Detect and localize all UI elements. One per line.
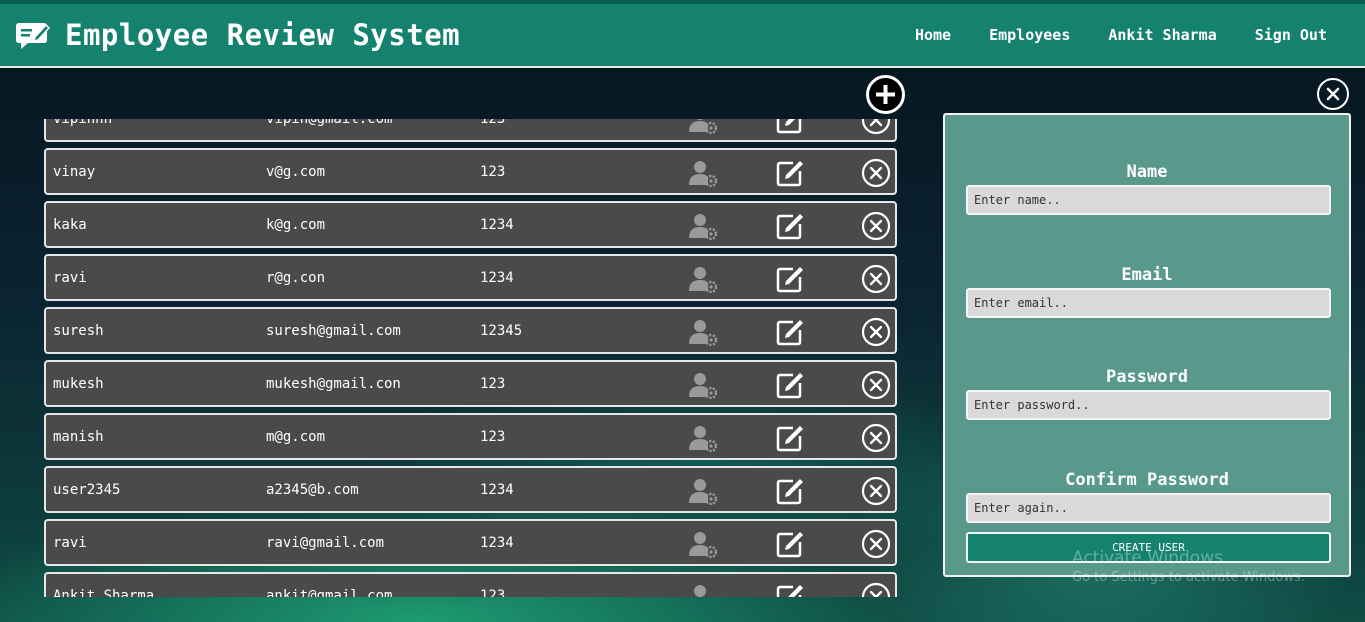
close-form-button[interactable] bbox=[1317, 78, 1349, 110]
employee-email: a2345@b.com bbox=[266, 482, 359, 498]
employee-email: k@g.com bbox=[266, 217, 326, 233]
edit-icon[interactable] bbox=[774, 369, 806, 401]
employee-name: manish bbox=[53, 429, 104, 445]
employee-email: ankit@gmail.com bbox=[266, 588, 393, 597]
email-input[interactable] bbox=[966, 288, 1331, 318]
plus-icon bbox=[876, 85, 895, 104]
review-icon bbox=[16, 23, 50, 49]
user-settings-icon[interactable] bbox=[689, 477, 717, 505]
main-nav: Home Employees Ankit Sharma Sign Out bbox=[915, 26, 1327, 44]
user-settings-icon[interactable] bbox=[689, 318, 717, 346]
employee-password: 1234 bbox=[480, 270, 514, 286]
employee-email: suresh@gmail.com bbox=[266, 323, 401, 339]
employee-name: suresh bbox=[53, 323, 104, 339]
delete-icon[interactable] bbox=[861, 529, 891, 559]
employee-password: 123 bbox=[480, 429, 506, 445]
employee-row: ravi r@g.con 1234 bbox=[44, 254, 897, 301]
employee-email: r@g.con bbox=[266, 270, 326, 286]
edit-icon[interactable] bbox=[774, 316, 806, 348]
employee-email: ravi@gmail.com bbox=[266, 535, 385, 551]
nav-home[interactable]: Home bbox=[915, 26, 951, 44]
delete-icon[interactable] bbox=[861, 317, 891, 347]
add-employee-button[interactable] bbox=[866, 75, 905, 114]
employee-name: mukesh bbox=[53, 376, 104, 392]
employee-row: vipinnn vipin@gmail.com 123 bbox=[44, 119, 897, 142]
employee-password: 1234 bbox=[480, 217, 514, 233]
password-label: Password bbox=[1106, 367, 1188, 387]
employee-name: ravi bbox=[53, 270, 87, 286]
delete-icon[interactable] bbox=[861, 582, 891, 597]
user-settings-icon[interactable] bbox=[689, 424, 717, 452]
edit-icon[interactable] bbox=[774, 475, 806, 507]
close-icon bbox=[1326, 87, 1340, 101]
edit-icon[interactable] bbox=[774, 581, 806, 597]
user-settings-icon[interactable] bbox=[689, 119, 717, 134]
employee-row: suresh suresh@gmail.com 12345 bbox=[44, 307, 897, 354]
edit-icon[interactable] bbox=[774, 157, 806, 189]
user-settings-icon[interactable] bbox=[689, 265, 717, 293]
edit-icon[interactable] bbox=[774, 210, 806, 242]
user-settings-icon[interactable] bbox=[689, 583, 717, 597]
nav-profile[interactable]: Ankit Sharma bbox=[1108, 26, 1216, 44]
employee-name: kaka bbox=[53, 217, 87, 233]
name-input[interactable] bbox=[966, 185, 1331, 215]
employee-password: 123 bbox=[480, 119, 506, 127]
name-label: Name bbox=[1126, 162, 1168, 182]
delete-icon[interactable] bbox=[861, 370, 891, 400]
employee-password: 12345 bbox=[480, 323, 523, 339]
confirm-password-input[interactable] bbox=[966, 493, 1331, 523]
user-settings-icon[interactable] bbox=[689, 212, 717, 240]
employee-row: user2345 a2345@b.com 1234 bbox=[44, 466, 897, 513]
employee-row: ravi ravi@gmail.com 1234 bbox=[44, 519, 897, 566]
employee-password: 1234 bbox=[480, 482, 514, 498]
employee-password: 123 bbox=[480, 588, 506, 597]
delete-icon[interactable] bbox=[861, 211, 891, 241]
employee-email: m@g.com bbox=[266, 429, 326, 445]
delete-icon[interactable] bbox=[861, 476, 891, 506]
employee-password: 1234 bbox=[480, 535, 514, 551]
employee-name: user2345 bbox=[53, 482, 121, 498]
employee-row: mukesh mukesh@gmail.con 123 bbox=[44, 360, 897, 407]
delete-icon[interactable] bbox=[861, 158, 891, 188]
employee-password: 123 bbox=[480, 376, 506, 392]
email-label: Email bbox=[1121, 265, 1173, 285]
watermark-title: Activate Windows bbox=[1072, 548, 1223, 568]
edit-icon[interactable] bbox=[774, 119, 806, 136]
employee-row: kaka k@g.com 1234 bbox=[44, 201, 897, 248]
app-header: Employee Review System Home Employees An… bbox=[0, 4, 1365, 68]
edit-icon[interactable] bbox=[774, 528, 806, 560]
employee-email: vipin@gmail.com bbox=[266, 119, 393, 127]
edit-icon[interactable] bbox=[774, 422, 806, 454]
employee-list[interactable]: vipinnn vipin@gmail.com 123 vinay v@g.co… bbox=[44, 119, 898, 597]
delete-icon[interactable] bbox=[861, 119, 891, 135]
delete-icon[interactable] bbox=[861, 423, 891, 453]
employee-row: Ankit Sharma ankit@gmail.com 123 bbox=[44, 572, 897, 597]
employee-row: vinay v@g.com 123 bbox=[44, 148, 897, 195]
employee-row: manish m@g.com 123 bbox=[44, 413, 897, 460]
create-user-form: Name Email Password Confirm Password CRE… bbox=[943, 113, 1351, 577]
delete-icon[interactable] bbox=[861, 264, 891, 294]
confirm-password-label: Confirm Password bbox=[1065, 470, 1229, 490]
user-settings-icon[interactable] bbox=[689, 530, 717, 558]
nav-sign-out[interactable]: Sign Out bbox=[1255, 26, 1327, 44]
password-input[interactable] bbox=[966, 390, 1331, 420]
employee-email: v@g.com bbox=[266, 164, 326, 180]
employee-email: mukesh@gmail.con bbox=[266, 376, 401, 392]
employee-name: vipinnn bbox=[53, 119, 113, 127]
activate-windows-watermark: Activate Windows Go to Settings to activ… bbox=[1072, 548, 1305, 585]
edit-icon[interactable] bbox=[774, 263, 806, 295]
employee-name: vinay bbox=[53, 164, 96, 180]
user-settings-icon[interactable] bbox=[689, 159, 717, 187]
user-settings-icon[interactable] bbox=[689, 371, 717, 399]
nav-employees[interactable]: Employees bbox=[989, 26, 1070, 44]
employee-password: 123 bbox=[480, 164, 506, 180]
app-title: Employee Review System bbox=[65, 18, 461, 52]
employee-name: ravi bbox=[53, 535, 87, 551]
watermark-subtitle: Go to Settings to activate Windows. bbox=[1072, 570, 1305, 585]
employee-name: Ankit Sharma bbox=[53, 588, 155, 597]
